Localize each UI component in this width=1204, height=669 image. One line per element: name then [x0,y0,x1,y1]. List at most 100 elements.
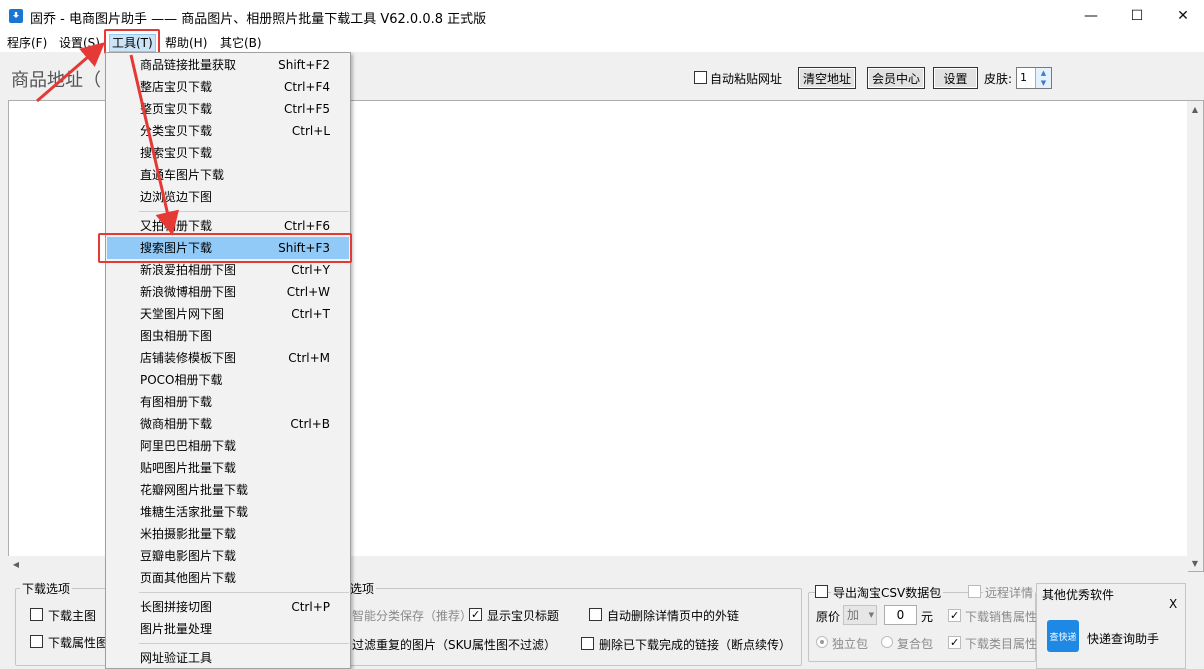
menu-item-0-5[interactable]: 直通车图片下载 [107,164,349,186]
spinner-up-icon[interactable]: ▲ [1035,68,1051,78]
menu-item-1-10[interactable]: 阿里巴巴相册下载 [107,435,349,457]
tools-dropdown-menu: 商品链接批量获取 Shift+F2 整店宝贝下载 Ctrl+F4 整页宝贝下载 Ctrl+… [105,52,351,669]
main-image-label: 下载主图 [48,609,97,623]
menu-item-1-8[interactable]: 有图相册下载 [107,391,349,413]
menu-program[interactable]: 程序(F) [5,34,49,52]
menu-item-shortcut: Shift+F2 [278,58,330,72]
menu-item-label: 直通车图片下载 [140,168,225,182]
menu-other[interactable]: 其它(B) [218,34,264,52]
menu-item-0-3[interactable]: 分类宝贝下载 Ctrl+L [107,120,349,142]
remote-detail-checkbox[interactable] [968,585,981,598]
express-query-app-name[interactable]: 快递查询助手 [1087,630,1159,647]
auto-delete-links-label: 自动删除详情页中的外链 [607,609,740,623]
menu-item-label: 有图相册下载 [140,395,213,409]
menu-item-1-15[interactable]: 豆瓣电影图片下载 [107,545,349,567]
menu-item-1-14[interactable]: 米拍摄影批量下载 [107,523,349,545]
search-image-download-highlight-box [98,233,352,263]
show-title-checkbox[interactable] [469,608,482,621]
price-op-select[interactable]: 加 ▼ [843,605,877,625]
menu-item-1-3[interactable]: 新浪微博相册下图 Ctrl+W [107,281,349,303]
category-attr-checkbox[interactable] [948,636,961,649]
download-options-title: 下载选项 [20,580,73,597]
menu-item-1-11[interactable]: 贴吧图片批量下载 [107,457,349,479]
menu-item-shortcut: Ctrl+L [291,124,330,138]
menu-item-label: 分类宝贝下载 [140,124,213,138]
menu-item-label: POCO相册下载 [140,373,223,387]
settings-button[interactable]: 设置 [933,67,978,89]
menu-item-1-5[interactable]: 图虫相册下图 [107,325,349,347]
minimize-button[interactable]: — [1068,0,1114,32]
menu-item-0-2[interactable]: 整页宝贝下载 Ctrl+F5 [107,98,349,120]
remote-detail-label: 远程详情 [983,584,1036,601]
scroll-up-icon[interactable]: ▲ [1187,101,1203,117]
product-address-label: 商品地址（ [11,70,101,91]
filter-dup-label: 过滤重复的图片（SKU属性图不过滤） [352,638,556,652]
menu-item-label: 整店宝贝下载 [140,80,213,94]
auto-paste-checkbox[interactable] [694,71,707,84]
delete-done-links-checkbox[interactable] [581,637,594,650]
member-center-button[interactable]: 会员中心 [867,67,925,89]
menu-item-label: 天堂图片网下图 [140,307,225,321]
menu-item-1-16[interactable]: 页面其他图片下载 [107,567,349,589]
menu-separator [139,592,349,593]
maximize-button[interactable]: ☐ [1114,0,1160,32]
menu-item-3-0[interactable]: 网址验证工具 [107,647,349,668]
menu-item-label: 边浏览边下图 [140,190,213,204]
smart-classify-label: 智能分类保存（推荐） [352,609,473,623]
menu-item-1-9[interactable]: 微商相册下载 Ctrl+B [107,413,349,435]
menu-item-2-0[interactable]: 长图拼接切图 Ctrl+P [107,596,349,618]
auto-paste-label: 自动粘贴网址 [710,72,783,86]
composite-radio[interactable] [881,636,893,648]
attr-image-checkbox[interactable] [30,635,43,648]
menu-item-0-0[interactable]: 商品链接批量获取 Shift+F2 [107,54,349,76]
vertical-scrollbar[interactable]: ▲ ▼ [1187,101,1203,571]
attr-image-label: 下载属性图 [48,636,109,650]
price-unit: 元 [921,610,934,624]
menu-item-0-4[interactable]: 搜索宝贝下载 [107,142,349,164]
auto-delete-links-checkbox[interactable] [589,608,602,621]
menu-item-1-13[interactable]: 堆糖生活家批量下载 [107,501,349,523]
delete-done-links-label: 删除已下载完成的链接（断点续传） [599,638,792,652]
spinner-down-icon[interactable]: ▼ [1035,78,1051,88]
export-csv-label: 导出淘宝CSV数据包 [831,584,944,601]
menu-help[interactable]: 帮助(H) [163,34,209,52]
scroll-down-icon[interactable]: ▼ [1187,555,1203,571]
express-query-app-icon[interactable]: 查快递 [1047,620,1079,652]
sales-attr-checkbox[interactable] [948,609,961,622]
menu-item-label: 图片批量处理 [140,622,213,636]
other-options-group [340,588,802,666]
menu-item-label: 图虫相册下图 [140,329,213,343]
standalone-radio[interactable] [816,636,828,648]
menu-item-0-6[interactable]: 边浏览边下图 [107,186,349,208]
menu-separator [139,211,349,212]
main-image-checkbox[interactable] [30,608,43,621]
menu-item-1-4[interactable]: 天堂图片网下图 Ctrl+T [107,303,349,325]
panel-close-icon[interactable]: X [1169,597,1177,611]
standalone-label: 独立包 [832,637,869,651]
sales-attr-label: 下载销售属性 [965,610,1038,624]
price-op-value: 加 [847,608,860,622]
skin-spinner[interactable]: 1 ▲ ▼ [1016,67,1052,89]
menu-item-shortcut: Ctrl+F4 [284,80,330,94]
clear-address-button[interactable]: 清空地址 [798,67,856,89]
menu-item-label: 店铺装修模板下图 [140,351,237,365]
price-input[interactable]: 0 [884,605,917,625]
export-csv-checkbox[interactable] [815,585,828,598]
menu-item-1-12[interactable]: 花瓣网图片批量下载 [107,479,349,501]
menu-item-1-7[interactable]: POCO相册下载 [107,369,349,391]
menu-item-1-6[interactable]: 店铺装修模板下图 Ctrl+M [107,347,349,369]
menu-settings[interactable]: 设置(S) [57,34,102,52]
menu-item-0-1[interactable]: 整店宝贝下载 Ctrl+F4 [107,76,349,98]
close-button[interactable]: ✕ [1160,0,1204,32]
menu-item-label: 米拍摄影批量下载 [140,527,237,541]
skin-value: 1 [1020,71,1027,84]
title-bar: 固乔 - 电商图片助手 —— 商品图片、相册照片批量下载工具 V62.0.0.8… [0,0,1204,32]
menu-item-label: 搜索宝贝下载 [140,146,213,160]
menu-item-2-1[interactable]: 图片批量处理 [107,618,349,640]
menu-item-shortcut: Ctrl+M [288,351,330,365]
window-title: 固乔 - 电商图片助手 —— 商品图片、相册照片批量下载工具 V62.0.0.8… [30,12,487,27]
menu-item-label: 微商相册下载 [140,417,213,431]
scroll-left-icon[interactable]: ◀ [8,556,24,572]
menu-item-label: 阿里巴巴相册下载 [140,439,237,453]
tools-menu-highlight-box [104,29,160,54]
